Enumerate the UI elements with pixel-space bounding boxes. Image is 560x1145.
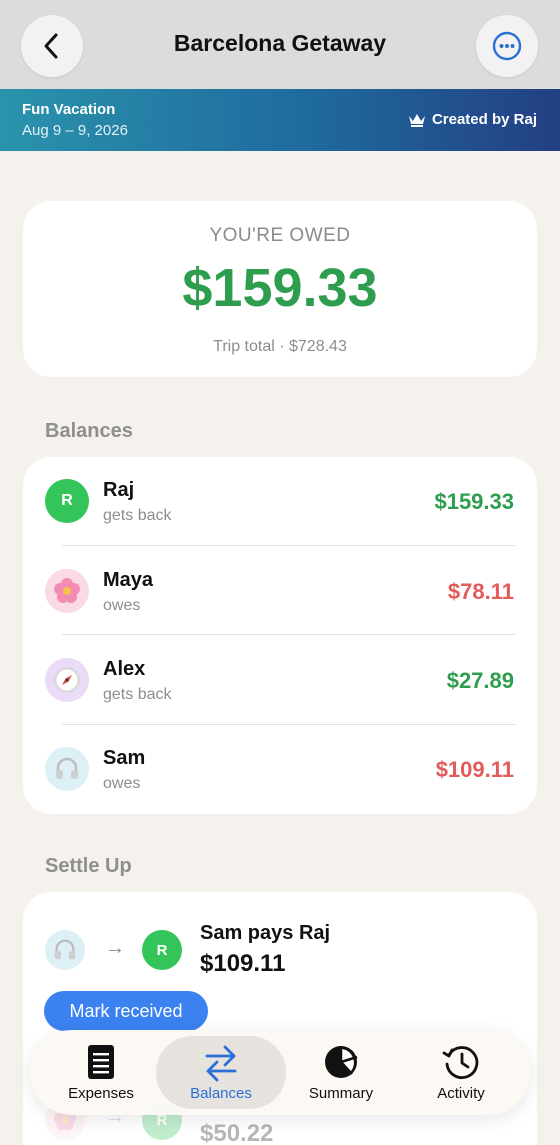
balances-section-title: Balances — [45, 420, 133, 442]
trip-total: Trip total · $728.43 — [213, 338, 347, 355]
member-name: Sam — [103, 747, 146, 769]
more-horizontal-circle-icon — [492, 31, 522, 61]
member-name: Raj — [103, 479, 135, 501]
tab-expenses[interactable]: Expenses — [36, 1036, 166, 1109]
tab-summary[interactable]: Summary — [276, 1036, 406, 1109]
arrow-right-icon: → — [105, 937, 125, 959]
payee-avatar: R — [142, 930, 182, 970]
tab-label: Summary — [308, 1085, 374, 1102]
bottom-tab-bar: Expenses Balances Summary Activity — [30, 1030, 530, 1115]
member-status: gets back — [103, 686, 172, 703]
tab-label: Activity — [437, 1085, 485, 1102]
more-options-button[interactable] — [476, 15, 538, 77]
creator-label: Created by Raj — [431, 111, 537, 128]
arrows-swap-icon — [205, 1045, 237, 1082]
payer-avatar — [45, 930, 85, 970]
member-name: Maya — [103, 569, 154, 591]
top-navigation-bar: Barcelona Getaway — [0, 0, 560, 89]
settlement-text: Sam pays Raj — [200, 922, 331, 944]
notebook-icon — [88, 1045, 114, 1079]
avatar-maya — [45, 569, 89, 613]
balances-list: R Raj gets back $159.33 Maya owes $78.11 — [23, 457, 537, 814]
balance-row-maya[interactable]: Maya owes $78.11 — [23, 547, 537, 636]
member-amount: $109.11 — [435, 757, 514, 782]
compass-emoji-icon — [54, 667, 80, 693]
balance-row-raj[interactable]: R Raj gets back $159.33 — [23, 457, 537, 546]
headphones-emoji-icon — [54, 939, 76, 960]
member-amount: $27.89 — [446, 668, 514, 693]
trip-type: Fun Vacation — [22, 101, 116, 118]
tab-balances[interactable]: Balances — [156, 1036, 286, 1109]
member-status: gets back — [103, 507, 172, 524]
member-status: owes — [103, 597, 141, 614]
member-status: owes — [103, 775, 141, 792]
divider — [62, 634, 516, 635]
settlement-amount: $109.11 — [200, 950, 286, 977]
tab-activity[interactable]: Activity — [396, 1036, 526, 1109]
avatar-raj: R — [45, 479, 89, 523]
crown-icon — [408, 113, 425, 127]
member-name: Alex — [103, 658, 146, 680]
member-amount: $78.11 — [447, 579, 514, 604]
mark-received-button[interactable]: Mark received — [44, 991, 208, 1031]
trip-creator: Created by Raj — [408, 111, 537, 128]
balance-row-alex[interactable]: Alex gets back $27.89 — [23, 636, 537, 725]
tab-label: Expenses — [68, 1085, 134, 1102]
trip-dates: Aug 9 – 9, 2026 — [22, 122, 128, 139]
member-amount: $159.33 — [434, 489, 514, 514]
settlement-amount: $50.22 — [200, 1120, 274, 1145]
avatar-sam — [45, 747, 89, 791]
owed-summary-card: YOU'RE OWED $159.33 Trip total · $728.43 — [23, 201, 537, 377]
avatar-alex — [45, 658, 89, 702]
trip-banner: Fun Vacation Aug 9 – 9, 2026 Created by … — [0, 89, 560, 151]
divider — [62, 545, 516, 546]
headphones-emoji-icon — [56, 757, 78, 779]
owed-amount: $159.33 — [182, 258, 378, 318]
flower-emoji-icon — [54, 578, 80, 603]
settle-section-title: Settle Up — [45, 855, 132, 877]
balance-row-sam[interactable]: Sam owes $109.11 — [23, 725, 537, 814]
pie-chart-icon — [325, 1046, 358, 1078]
owed-label: YOU'RE OWED — [209, 225, 351, 246]
clock-history-icon — [442, 1046, 479, 1079]
tab-label: Balances — [190, 1085, 252, 1102]
